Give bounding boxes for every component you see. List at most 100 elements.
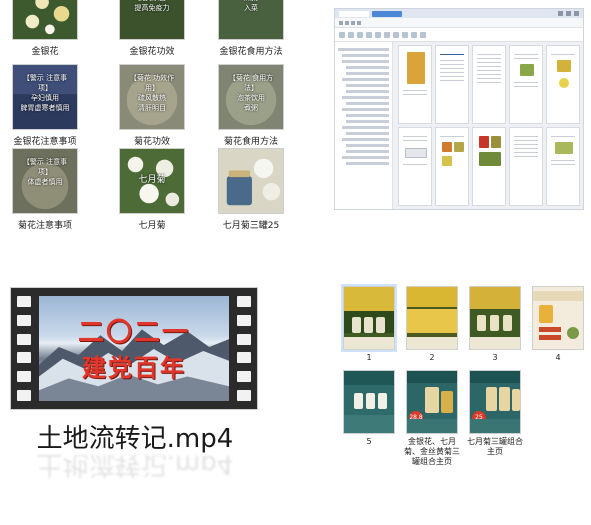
outline-item[interactable] xyxy=(346,120,389,123)
outline-item[interactable] xyxy=(346,90,389,93)
file-item[interactable]: 泡茶 煮粥 入菜 金银花食用方法 xyxy=(206,0,296,57)
file-name: 菊花食用方法 xyxy=(223,137,278,147)
image-item[interactable]: 2 xyxy=(401,286,463,363)
save-icon[interactable] xyxy=(345,20,349,25)
thumb-caption: 七月菊 xyxy=(138,175,166,185)
film-sprocket-holes xyxy=(234,296,254,401)
file-item[interactable]: 七月菊三罐25 xyxy=(206,148,296,231)
video-file-item[interactable]: 二〇二一 建党百年 土地流转记.mp4 土地流转记.mp4 xyxy=(10,287,260,485)
outline-item[interactable] xyxy=(346,114,389,117)
outline-item[interactable] xyxy=(342,60,389,63)
outline-item[interactable] xyxy=(346,144,389,147)
file-thumbnail: 七月菊 xyxy=(119,148,185,214)
image-item[interactable]: 3 xyxy=(464,286,526,363)
tool-icon[interactable] xyxy=(357,31,363,38)
outline-item[interactable] xyxy=(346,150,389,153)
video-file-name: 土地流转记.mp4 xyxy=(36,424,234,454)
image-item[interactable]: 5 xyxy=(338,370,400,447)
file-thumbnail: 【警示 注意事项】 孕妇慎用 脾胃虚寒者慎用 xyxy=(12,64,78,130)
document-page[interactable] xyxy=(546,127,580,206)
outline-item[interactable] xyxy=(338,48,389,51)
outline-item[interactable] xyxy=(342,108,389,111)
window-controls xyxy=(558,11,583,16)
document-page[interactable] xyxy=(546,45,580,124)
tool-icon[interactable] xyxy=(339,31,345,38)
outline-item[interactable] xyxy=(342,54,389,57)
tool-icon[interactable] xyxy=(402,31,408,38)
file-thumbnail: 【菊花 食用方法】 泡茶饮用 煮粥 xyxy=(218,64,284,130)
outline-item[interactable] xyxy=(346,102,389,105)
thumb-caption: 【菊花 食用方法】 泡茶饮用 煮粥 xyxy=(228,74,274,112)
file-thumbnail-grid: 金银花 清热解毒 抗炎杀菌 提高免疫力 金银花功效 泡茶 煮粥 入菜 金银花食用… xyxy=(0,0,290,235)
file-item[interactable]: 金银花 xyxy=(0,0,90,57)
ribbon-toolbar xyxy=(335,28,583,42)
chrysanthemum-jar-photo-icon xyxy=(219,149,283,213)
outline-item[interactable] xyxy=(342,156,389,159)
file-item[interactable]: 【警示 注意事项】 体虚者慎用 菊花注意事项 xyxy=(0,148,90,231)
image-item[interactable]: 1 xyxy=(338,284,400,363)
image-thumbnail-grid: 1 2 3 4 5 28.8 金银花、七月菊、金丝黄菊三罐组合主页 25 七月菊… xyxy=(338,280,591,525)
image-item[interactable]: 25 七月菊三罐组合主页 xyxy=(464,370,526,457)
image-item[interactable]: 28.8 金银花、七月菊、金丝黄菊三罐组合主页 xyxy=(401,370,463,467)
minimize-icon[interactable] xyxy=(558,11,563,16)
video-thumbnail: 二〇二一 建党百年 xyxy=(10,287,258,410)
tool-icon[interactable] xyxy=(411,31,417,38)
document-page[interactable] xyxy=(435,127,469,206)
thumb-caption: 清热解毒 抗炎杀菌 提高免疫力 xyxy=(134,0,170,12)
close-icon[interactable] xyxy=(574,11,579,16)
outline-item[interactable] xyxy=(346,66,389,69)
maximize-icon[interactable] xyxy=(566,11,571,16)
document-page[interactable] xyxy=(435,45,469,124)
file-item[interactable]: 【菊花 功效作用】 疏风散热 清肝明目 菊花功效 xyxy=(107,64,197,147)
outline-item[interactable] xyxy=(346,84,389,87)
tool-icon[interactable] xyxy=(348,31,354,38)
film-sprocket-holes xyxy=(14,296,34,401)
image-name: 金银花、七月菊、金丝黄菊三罐组合主页 xyxy=(404,437,460,466)
tool-icon[interactable] xyxy=(420,31,426,38)
file-item[interactable]: 【警示 注意事项】 孕妇慎用 脾胃虚寒者慎用 金银花注意事项 xyxy=(0,64,90,147)
outline-item[interactable] xyxy=(342,96,389,99)
file-name: 菊花功效 xyxy=(133,137,170,147)
file-name: 金银花食用方法 xyxy=(219,47,283,57)
document-page[interactable] xyxy=(472,127,506,206)
redo-icon[interactable] xyxy=(357,20,361,25)
document-viewer-window[interactable] xyxy=(334,8,584,210)
video-file-name-reflection: 土地流转记.mp4 xyxy=(36,455,234,479)
tool-icon[interactable] xyxy=(384,31,390,38)
undo-icon[interactable] xyxy=(351,20,355,25)
outline-item[interactable] xyxy=(346,72,389,75)
image-thumbnail xyxy=(406,286,458,350)
outline-item[interactable] xyxy=(342,126,389,129)
file-thumbnail: 【警示 注意事项】 体虚者慎用 xyxy=(12,148,78,214)
image-name: 4 xyxy=(555,353,561,362)
image-name: 2 xyxy=(429,353,435,362)
tab-document[interactable] xyxy=(372,10,402,17)
video-frame-subtitle: 建党百年 xyxy=(82,353,186,382)
outline-item[interactable] xyxy=(346,162,389,165)
outline-navigation-pane[interactable] xyxy=(335,42,393,209)
tool-icon[interactable] xyxy=(393,31,399,38)
document-page[interactable] xyxy=(509,45,543,124)
page-thumbnails xyxy=(395,42,583,209)
tool-icon[interactable] xyxy=(375,31,381,38)
image-name: 七月菊三罐组合主页 xyxy=(467,437,523,456)
document-page[interactable] xyxy=(398,45,432,124)
image-thumbnail xyxy=(532,286,584,350)
outline-item[interactable] xyxy=(346,132,389,135)
outline-item[interactable] xyxy=(342,138,389,141)
file-thumbnail xyxy=(218,148,284,214)
file-item[interactable]: 清热解毒 抗炎杀菌 提高免疫力 金银花功效 xyxy=(107,0,197,57)
document-page[interactable] xyxy=(398,127,432,206)
image-item[interactable]: 4 xyxy=(527,286,589,363)
tool-icon[interactable] xyxy=(366,31,372,38)
thumb-caption: 【菊花 功效作用】 疏风散热 清肝明目 xyxy=(129,74,175,112)
file-item[interactable]: 七月菊 七月菊 xyxy=(107,148,197,231)
file-name: 金银花 xyxy=(31,47,59,57)
outline-item[interactable] xyxy=(342,78,389,81)
document-page[interactable] xyxy=(509,127,543,206)
menu-icon[interactable] xyxy=(339,20,343,25)
image-thumbnail: 25 xyxy=(469,370,521,434)
file-item[interactable]: 【菊花 食用方法】 泡茶饮用 煮粥 菊花食用方法 xyxy=(206,64,296,147)
tab-home[interactable] xyxy=(339,10,369,17)
document-page[interactable] xyxy=(472,45,506,124)
